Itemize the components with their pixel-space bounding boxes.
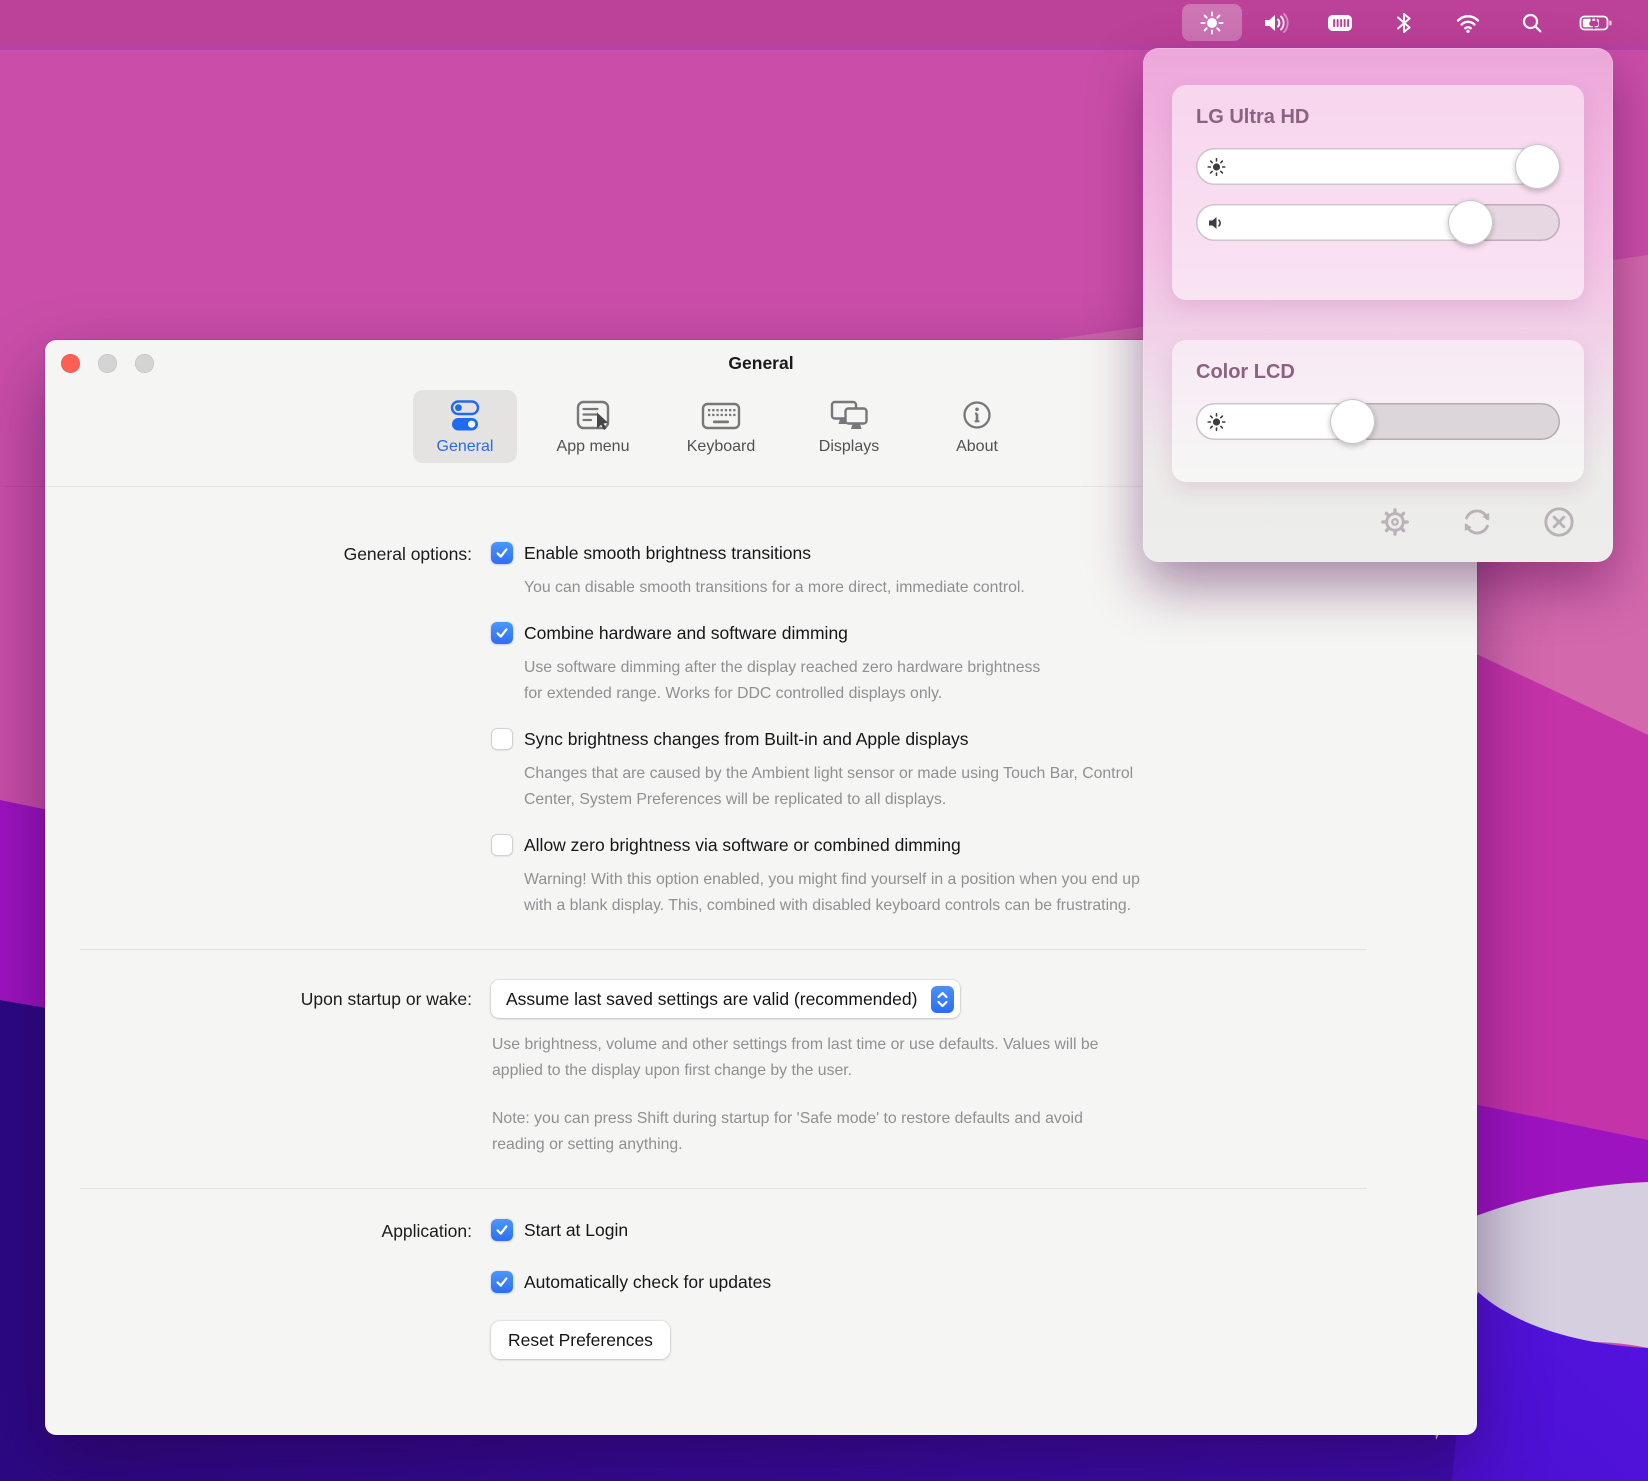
start-at-login-checkbox[interactable] bbox=[491, 1219, 513, 1241]
tab-label: About bbox=[956, 438, 998, 456]
tab-label: Displays bbox=[819, 438, 879, 456]
refresh-icon[interactable] bbox=[1459, 504, 1495, 540]
volume-icon bbox=[1207, 214, 1227, 232]
displays-popover: LG Ultra HD bbox=[1143, 48, 1613, 562]
application-label: Application: bbox=[80, 1219, 472, 1359]
startup-description: Use brightness, volume and other setting… bbox=[492, 1032, 1417, 1084]
startup-select[interactable]: Assume last saved settings are valid (re… bbox=[491, 980, 960, 1018]
checkbox-label: Combine hardware and software dimming bbox=[524, 623, 848, 644]
search-icon bbox=[1520, 11, 1544, 35]
option-zero-brightness: Allow zero brightness via software or co… bbox=[491, 834, 1417, 919]
general-options-row: General options: Enable smooth brightnes… bbox=[80, 542, 1477, 919]
zero-brightness-checkbox[interactable] bbox=[491, 834, 513, 856]
menu-bar bbox=[0, 0, 1648, 45]
general-pane: General options: Enable smooth brightnes… bbox=[45, 487, 1477, 1359]
menubar-battery-icon[interactable] bbox=[1566, 4, 1626, 41]
startup-select-value: Assume last saved settings are valid (re… bbox=[506, 989, 917, 1010]
tab-label: App menu bbox=[557, 438, 630, 456]
menubar-wifi-icon[interactable] bbox=[1438, 4, 1498, 41]
checkbox-label: Automatically check for updates bbox=[524, 1272, 771, 1293]
tab-app-menu[interactable]: App menu bbox=[541, 390, 645, 463]
auto-update-checkbox[interactable] bbox=[491, 1271, 513, 1293]
checkbox-label: Allow zero brightness via software or co… bbox=[524, 835, 961, 856]
toggles-icon bbox=[446, 398, 484, 434]
option-sync-brightness: Sync brightness changes from Built-in an… bbox=[491, 728, 1417, 813]
app-menu-icon bbox=[573, 398, 613, 434]
minimize-button[interactable] bbox=[98, 354, 117, 373]
option-description: Warning! With this option enabled, you m… bbox=[524, 867, 1417, 919]
check-icon bbox=[494, 545, 510, 561]
menubar-display-icon[interactable] bbox=[1310, 4, 1370, 41]
menubar-bluetooth-icon[interactable] bbox=[1374, 4, 1434, 41]
lg-volume-slider[interactable] bbox=[1196, 204, 1560, 241]
display-bars-icon bbox=[1326, 11, 1354, 35]
display-name: LG Ultra HD bbox=[1196, 85, 1560, 129]
menubar-brightness-icon[interactable] bbox=[1182, 4, 1242, 41]
display-card-lg: LG Ultra HD bbox=[1172, 85, 1584, 300]
option-combine-dimming: Combine hardware and software dimming Us… bbox=[491, 622, 1417, 707]
auto-update-row: Automatically check for updates bbox=[491, 1271, 1417, 1293]
slider-knob[interactable] bbox=[1330, 399, 1375, 444]
brightness-icon bbox=[1207, 412, 1226, 431]
settings-gear-icon[interactable] bbox=[1377, 504, 1413, 540]
application-row: Application: Start at Login Automaticall… bbox=[80, 1219, 1477, 1359]
display-card-lcd: Color LCD bbox=[1172, 340, 1584, 482]
keyboard-icon bbox=[700, 398, 742, 434]
check-icon bbox=[494, 625, 510, 641]
option-description: Changes that are caused by the Ambient l… bbox=[524, 761, 1417, 813]
slider-knob[interactable] bbox=[1515, 144, 1560, 189]
zoom-button[interactable] bbox=[135, 354, 154, 373]
check-icon bbox=[494, 1274, 510, 1290]
displays-icon bbox=[827, 398, 871, 434]
close-button[interactable] bbox=[61, 354, 80, 373]
brightness-icon bbox=[1207, 157, 1226, 176]
battery-icon bbox=[1579, 11, 1613, 35]
menubar-search-icon[interactable] bbox=[1502, 4, 1562, 41]
slider-knob[interactable] bbox=[1448, 200, 1493, 245]
display-name: Color LCD bbox=[1196, 340, 1560, 384]
select-stepper-icon bbox=[931, 986, 954, 1013]
tab-label: Keyboard bbox=[687, 438, 756, 456]
popover-actions bbox=[1377, 504, 1577, 540]
section-divider bbox=[80, 1188, 1367, 1189]
checkbox-label: Sync brightness changes from Built-in an… bbox=[524, 729, 969, 750]
startup-row: Upon startup or wake: Assume last saved … bbox=[80, 980, 1477, 1158]
wifi-icon bbox=[1454, 11, 1482, 35]
reset-preferences-button[interactable]: Reset Preferences bbox=[491, 1321, 670, 1359]
section-divider bbox=[80, 949, 1367, 950]
tab-keyboard[interactable]: Keyboard bbox=[669, 390, 773, 463]
option-description: You can disable smooth transitions for a… bbox=[524, 575, 1417, 601]
startup-label: Upon startup or wake: bbox=[80, 980, 472, 1158]
check-icon bbox=[494, 1222, 510, 1238]
tab-general[interactable]: General bbox=[413, 390, 517, 463]
lcd-brightness-slider[interactable] bbox=[1196, 403, 1560, 440]
bluetooth-icon bbox=[1393, 10, 1415, 36]
info-icon bbox=[959, 398, 995, 434]
option-description: Use software dimming after the display r… bbox=[524, 655, 1417, 707]
checkbox-label: Enable smooth brightness transitions bbox=[524, 543, 811, 564]
combine-dimming-checkbox[interactable] bbox=[491, 622, 513, 644]
start-at-login-row: Start at Login bbox=[491, 1219, 1417, 1241]
startup-note: Note: you can press Shift during startup… bbox=[492, 1106, 1417, 1158]
slider-fill bbox=[1196, 148, 1559, 185]
checkbox-label: Start at Login bbox=[524, 1220, 628, 1241]
general-options-label: General options: bbox=[80, 542, 472, 919]
menubar-volume-icon[interactable] bbox=[1246, 4, 1306, 41]
speaker-icon bbox=[1262, 11, 1290, 35]
tab-label: General bbox=[437, 438, 494, 456]
smooth-transitions-checkbox[interactable] bbox=[491, 542, 513, 564]
close-popover-icon[interactable] bbox=[1541, 504, 1577, 540]
lg-brightness-slider[interactable] bbox=[1196, 148, 1560, 185]
tab-about[interactable]: About bbox=[925, 390, 1029, 463]
sync-brightness-checkbox[interactable] bbox=[491, 728, 513, 750]
tab-displays[interactable]: Displays bbox=[797, 390, 901, 463]
sun-icon bbox=[1199, 10, 1225, 36]
